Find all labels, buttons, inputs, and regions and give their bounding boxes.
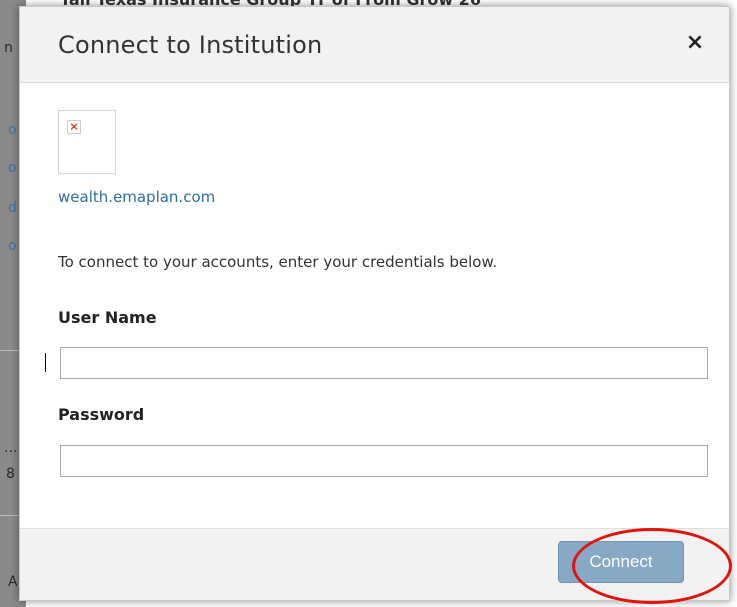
connect-dialog: Connect to Institution × × wealth.emapla… (19, 6, 730, 601)
background-link-fragment: o (8, 160, 17, 176)
background-text-fragment: A (8, 574, 18, 590)
password-label: Password (58, 405, 145, 424)
dialog-title: Connect to Institution (58, 31, 323, 59)
background-text-fragment: ... (4, 440, 18, 456)
close-icon[interactable]: × (683, 31, 707, 55)
username-input[interactable] (60, 347, 708, 379)
dialog-header: Connect to Institution × (20, 7, 729, 83)
institution-link[interactable]: wealth.emaplan.com (58, 188, 215, 206)
background-link-fragment: d (8, 200, 17, 216)
background-link-fragment: o (8, 238, 17, 254)
background-text-fragment: n (4, 40, 13, 56)
instructions-text: To connect to your accounts, enter your … (58, 253, 498, 271)
institution-logo: × (58, 110, 116, 174)
username-label: User Name (58, 308, 157, 327)
password-input[interactable] (60, 445, 708, 477)
background-text-fragment: 8 (6, 466, 15, 482)
background-link-fragment: o (8, 122, 17, 138)
connect-button[interactable]: Connect (558, 541, 684, 583)
broken-image-icon: × (67, 120, 81, 134)
text-cursor (45, 353, 46, 372)
